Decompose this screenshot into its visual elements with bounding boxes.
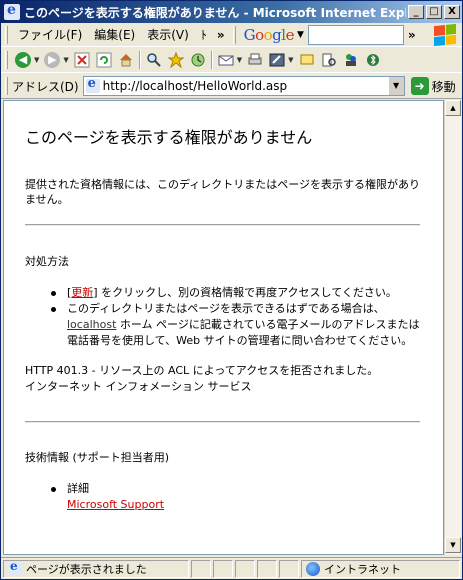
mail-dropdown-icon[interactable]: ▼ <box>237 56 242 64</box>
toolbar-grip[interactable] <box>5 77 8 95</box>
toolbar-grip[interactable] <box>5 25 8 44</box>
google-chevron[interactable]: » <box>408 28 416 42</box>
address-input[interactable]: http://localhost/HelloWorld.asp ▼ <box>82 76 405 96</box>
address-label: アドレス(D) <box>12 79 79 94</box>
discuss-icon[interactable] <box>297 50 317 70</box>
page-title: このページを表示する権限がありません <box>25 128 313 147</box>
page-icon <box>85 76 100 93</box>
menu-chevron[interactable]: » <box>217 28 225 42</box>
list-item: [更新] をクリックし、別の資格情報で再度アクセスしてください。 <box>49 285 420 301</box>
browser-window: このページを表示する権限がありません - Microsoft Internet … <box>0 0 463 580</box>
google-dropdown-icon[interactable]: ▼ <box>297 30 304 40</box>
print-icon[interactable] <box>245 50 265 70</box>
edit-icon[interactable] <box>267 50 287 70</box>
back-dropdown-icon[interactable]: ▼ <box>34 56 39 64</box>
menu-file[interactable]: ファイル(F) <box>12 26 88 43</box>
intro-text: 提供された資格情報には、このディレクトリまたはページを表示する権限がありません。 <box>25 178 421 206</box>
status-text-pane: ページが表示されました <box>3 559 189 578</box>
title-bar[interactable]: このページを表示する権限がありません - Microsoft Internet … <box>1 1 462 23</box>
menu-truncated[interactable]: ﾄ <box>195 26 213 43</box>
window-title: このページを表示する権限がありません - Microsoft Internet … <box>24 5 406 20</box>
toolbar-grip[interactable] <box>5 51 8 69</box>
server-name-text: インターネット インフォメーション サービス <box>25 380 252 393</box>
favorites-icon[interactable] <box>166 50 186 70</box>
refresh-icon[interactable] <box>94 50 114 70</box>
status-pane <box>213 559 233 578</box>
page-status-icon <box>8 559 22 576</box>
research-icon[interactable] <box>319 50 339 70</box>
home-icon[interactable] <box>116 50 136 70</box>
address-bar: アドレス(D) http://localhost/HelloWorld.asp … <box>1 74 462 99</box>
status-bar: ページが表示されました イントラネット <box>1 557 462 579</box>
refresh-link[interactable]: 更新 <box>71 286 93 299</box>
section-heading-resolution: 対処方法 <box>25 255 69 268</box>
search-icon[interactable] <box>144 50 164 70</box>
google-search-input[interactable] <box>307 24 404 45</box>
toolbar-separator <box>210 51 213 69</box>
toolbar-separator <box>138 51 141 69</box>
status-pane <box>191 559 211 578</box>
localhost-link[interactable]: localhost <box>67 318 116 331</box>
bluetooth-icon[interactable] <box>363 50 383 70</box>
status-pane <box>257 559 277 578</box>
menu-view[interactable]: 表示(V) <box>141 26 195 43</box>
status-pane <box>235 559 255 578</box>
forward-icon[interactable]: ▶ <box>42 50 62 70</box>
minimize-button[interactable]: _ <box>408 5 424 19</box>
google-logo[interactable]: Google <box>244 26 295 44</box>
standard-toolbar: ◀ ▼ ▶ ▼ ▼ ▼ <box>1 48 462 73</box>
vertical-scrollbar[interactable]: ▲ ▼ <box>444 100 461 555</box>
divider <box>25 224 420 226</box>
zone-text: イントラネット <box>324 562 401 576</box>
address-dropdown-icon[interactable]: ▼ <box>387 77 404 95</box>
error-details: HTTP 401.3 - リソース上の ACL によってアクセスを拒否されました… <box>25 363 378 395</box>
maximize-button[interactable]: □ <box>426 5 442 19</box>
toolbar-grip[interactable] <box>232 25 236 44</box>
ie-logo-icon <box>4 2 20 20</box>
status-text: ページが表示されました <box>26 562 147 576</box>
scroll-up-button[interactable]: ▲ <box>445 100 461 116</box>
status-pane <box>279 559 299 578</box>
mail-icon[interactable] <box>216 50 236 70</box>
menu-edit[interactable]: 編集(E) <box>88 26 141 43</box>
go-button[interactable]: ➜ 移動 <box>410 77 456 95</box>
error-code-text: HTTP 401.3 - リソース上の ACL によってアクセスを拒否されました… <box>25 364 379 377</box>
section-heading-technical: 技術情報 (サポート担当者用) <box>25 451 170 464</box>
menu-bar: ファイル(F) 編集(E) 表示(V) ﾄ » Google ▼ » <box>1 23 462 47</box>
forward-dropdown-icon[interactable]: ▼ <box>63 56 68 64</box>
windows-logo-icon <box>434 23 456 46</box>
go-arrow-icon: ➜ <box>410 77 429 95</box>
address-url[interactable]: http://localhost/HelloWorld.asp <box>103 79 388 93</box>
resolution-list: [更新] をクリックし、別の資格情報で再度アクセスしてください。 このディレクト… <box>49 285 420 349</box>
back-icon[interactable]: ◀ <box>13 50 33 70</box>
close-button[interactable]: X <box>444 5 460 19</box>
technical-list: 詳細 Microsoft Support <box>49 481 164 513</box>
go-label: 移動 <box>431 79 456 94</box>
microsoft-support-link[interactable]: Microsoft Support <box>67 498 164 511</box>
stop-icon[interactable] <box>72 50 92 70</box>
intranet-globe-icon <box>306 561 320 576</box>
list-item: このディレクトリまたはページを表示できるはずである場合は、localhost ホ… <box>49 301 420 349</box>
security-zone[interactable]: イントラネット <box>301 559 460 578</box>
messenger-icon[interactable] <box>341 50 361 70</box>
scroll-down-button[interactable]: ▼ <box>445 537 461 553</box>
edit-dropdown-icon[interactable]: ▼ <box>288 56 293 64</box>
page-viewport: このページを表示する権限がありません 提供された資格情報には、このディレクトリま… <box>3 100 444 555</box>
divider <box>25 421 420 423</box>
history-icon[interactable] <box>188 50 208 70</box>
list-item: 詳細 Microsoft Support <box>49 481 164 513</box>
